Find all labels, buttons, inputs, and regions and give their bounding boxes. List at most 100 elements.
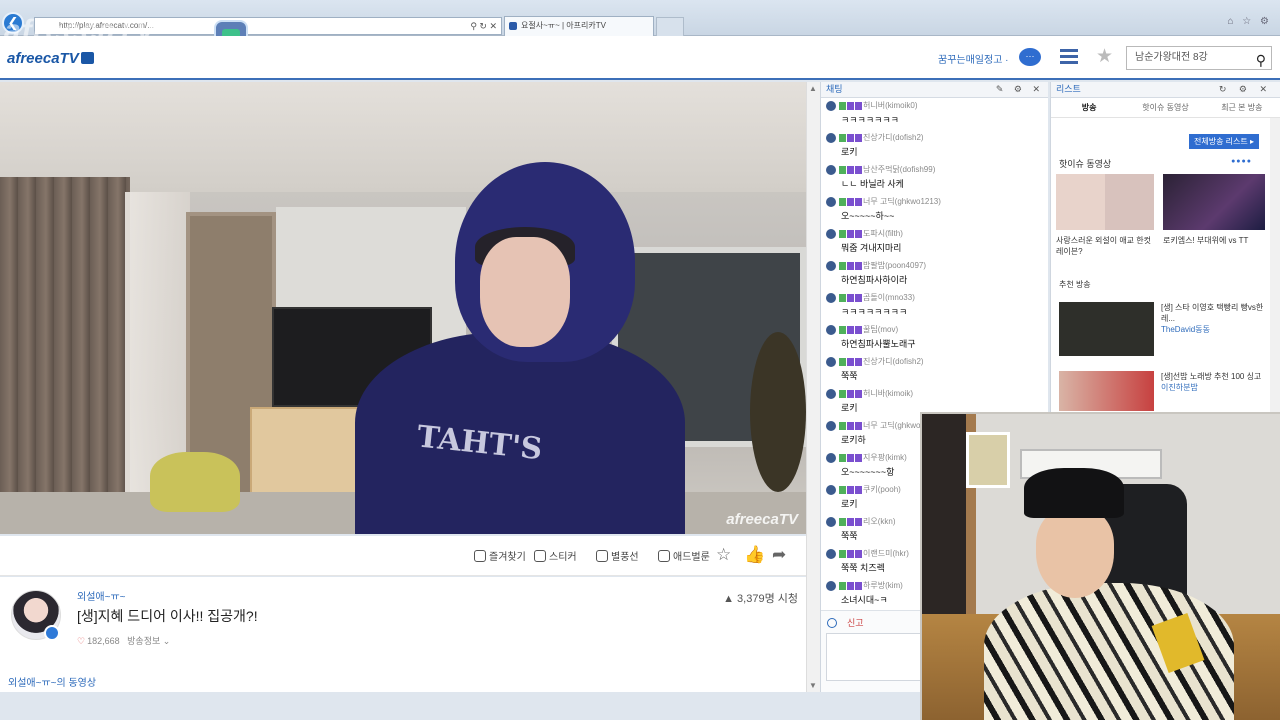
chat-nickname[interactable]: 허니바(kimoik)	[863, 388, 913, 399]
viewer-count: ▲ 3,379명 시청	[723, 593, 798, 605]
list-header-icons[interactable]: ↻ ⚙ ✕	[1219, 82, 1272, 97]
chat-nickname[interactable]: 리오(kkn)	[863, 516, 896, 527]
video-player[interactable]: TAHT'S afreecaTV	[0, 82, 806, 534]
balloon-icon	[596, 550, 608, 562]
hot-video-caption[interactable]: 로키엠스! 부대위에 vs TT	[1163, 235, 1263, 246]
broadcast-meta: ♡ 182,668 방송정보 ⌄	[77, 634, 170, 647]
video-toolbar: 즐겨찾기 스티커 별풍선 애드벌룬 ☆ 👍 ➦	[0, 536, 806, 576]
like-count: 182,668	[87, 636, 120, 646]
recommend-star-icon[interactable]: ☆	[716, 545, 731, 565]
chat-nickname[interactable]: 너무 고딕(ghkwo)	[863, 420, 923, 431]
scroll-up-icon[interactable]: ▲	[809, 84, 817, 93]
adballoon-button[interactable]: 애드벌룬	[658, 548, 710, 563]
chat-message[interactable]: 진상가디(dofish2) 쭉쭉	[821, 354, 1048, 386]
chat-text: 오~~~~~하~~	[841, 211, 895, 221]
chat-badges	[839, 165, 863, 175]
broadcast-info: 외설애~ㅠ~ [생]지혜 드디어 이사!! 집공개?! ♡ 182,668 방송정…	[0, 577, 806, 692]
page-scrollbar[interactable]: ▲ ▼	[806, 82, 820, 692]
site-logo[interactable]: afreecaTV	[7, 50, 94, 67]
tab-broadcast[interactable]: 방송	[1051, 98, 1127, 117]
chat-message[interactable]: 허니버(kimoik0) ㅋㅋㅋㅋㅋㅋㅋ	[821, 98, 1048, 130]
recommended-item[interactable]: [생] 스타 이영호 택빵리 빵vs한레... TheDavid동동	[1161, 302, 1271, 335]
thumbs-up-icon[interactable]: 👍	[744, 545, 765, 565]
new-tab-button[interactable]	[656, 17, 684, 36]
chat-text: 하연침파사뿔노래구	[841, 339, 916, 349]
emoticon-icon[interactable]	[827, 618, 837, 628]
browser-tab-title: 요절사~ㅠ~ | 아프리카TV	[521, 21, 606, 30]
heart-icon: ♡	[77, 636, 86, 646]
chat-nickname[interactable]: 허니버(kimoik0)	[863, 100, 918, 111]
chat-nickname[interactable]: 지우팡(kimk)	[863, 452, 907, 463]
hot-video-thumbnail[interactable]	[1056, 174, 1154, 230]
chat-message[interactable]: 너무 고딕(ghkwo1213) 오~~~~~하~~	[821, 194, 1048, 226]
vod-section-label[interactable]: 외설애~ㅠ~의 동영상	[8, 674, 96, 689]
chat-user-icon	[826, 165, 836, 175]
list-tabs: 방송 핫이슈 동영상 최근 본 방송	[1051, 98, 1280, 118]
chat-message[interactable]: 꿀팁(mov) 하연침파사뿔노래구	[821, 322, 1048, 354]
chat-nickname[interactable]: 이랜드미(hkr)	[863, 548, 909, 559]
search-icon[interactable]: ⚲	[1256, 49, 1266, 71]
chat-text: 쭉쭉 치즈렉	[841, 563, 885, 573]
browser-tab-active[interactable]: 요절사~ㅠ~ | 아프리카TV	[504, 16, 654, 36]
streamer-name[interactable]: 외설애~ㅠ~	[77, 588, 125, 603]
chat-header-icons[interactable]: ✎ ⚙ ✕	[996, 82, 1044, 97]
favicon-icon	[509, 22, 517, 30]
chat-badges	[839, 453, 863, 463]
chat-nickname[interactable]: 진상가디(dofish2)	[863, 356, 924, 367]
video-scene-curtain	[0, 177, 130, 534]
chat-nickname[interactable]: 진상가디(dofish2)	[863, 132, 924, 143]
chat-badges	[839, 357, 863, 367]
chat-text: ㅋㅋㅋㅋㅋㅋㅋ	[841, 115, 899, 125]
window-controls[interactable]: ⌂ ☆ ⚙	[1227, 16, 1272, 27]
list-scrollbar[interactable]	[1270, 118, 1280, 412]
chat-message[interactable]: 도파시(filth) 뭐줌 겨내지마리	[821, 226, 1048, 258]
chat-user-icon	[826, 581, 836, 591]
hot-video-thumbnail[interactable]	[1163, 174, 1265, 230]
favorite-star-icon[interactable]: ★	[1096, 45, 1113, 68]
address-bar[interactable]: http://play.afreecatv.com/... ⚲ ↻ ✕	[34, 17, 502, 35]
menu-icon[interactable]	[1060, 49, 1078, 65]
balloon-button[interactable]: 별풍선	[596, 548, 639, 563]
message-icon[interactable]: ···	[1019, 48, 1041, 66]
share-icon[interactable]: ➦	[772, 545, 786, 565]
chat-message[interactable]: 밥팔밥(poon4097) 하연침파사하이라	[821, 258, 1048, 290]
chat-message[interactable]: 곰돌이(mno33) ㅋㅋㅋㅋㅋㅋㅋㅋ	[821, 290, 1048, 322]
broadcast-info-toggle[interactable]: 방송정보 ⌄	[127, 636, 170, 646]
list-header: 리스트 ↻ ⚙ ✕	[1051, 82, 1280, 98]
chat-header: 채팅 ✎ ⚙ ✕	[821, 82, 1048, 98]
chat-nickname[interactable]: 하루방(kim)	[863, 580, 903, 591]
sticker-icon	[534, 550, 546, 562]
chat-nickname[interactable]: 꿀팁(mov)	[863, 324, 898, 335]
chat-message[interactable]: 남산주먹닭(dofish99) ㄴㄴ 바닐라 사케	[821, 162, 1048, 194]
tab-recent[interactable]: 최근 본 방송	[1204, 98, 1280, 117]
chat-nickname[interactable]: 너무 고딕(ghkwo1213)	[863, 196, 941, 207]
bookmark-button[interactable]: 즐겨찾기	[474, 548, 526, 563]
hot-video-caption[interactable]: 사랑스러운 외설이 애교 한컷 레이븐?	[1056, 235, 1156, 257]
user-menu[interactable]: 꿈꾸는매일정고 ·	[938, 51, 1009, 66]
scroll-down-icon[interactable]: ▼	[809, 681, 817, 690]
video-face	[480, 237, 570, 347]
verified-badge-icon	[44, 625, 60, 641]
chat-nickname[interactable]: 곰돌이(mno33)	[863, 292, 915, 303]
report-button[interactable]: 신고	[847, 618, 864, 628]
tab-hot-videos[interactable]: 핫이슈 동영상	[1127, 98, 1203, 117]
recommended-item[interactable]: [생]선밥 노래방 추천 100 싱고 이진하분밥	[1161, 371, 1271, 393]
recommended-thumbnail[interactable]	[1059, 371, 1154, 411]
webcam-streamer-hat	[1024, 468, 1124, 518]
carousel-dots[interactable]: ●●●●	[1231, 158, 1252, 165]
chat-title: 채팅	[826, 84, 843, 94]
recommended-title: 추천 방송	[1059, 280, 1091, 289]
sticker-button[interactable]: 스티커	[534, 548, 577, 563]
chat-badges	[839, 581, 863, 591]
chat-nickname[interactable]: 남산주먹닭(dofish99)	[863, 164, 935, 175]
chat-nickname[interactable]: 도파시(filth)	[863, 228, 903, 239]
back-button[interactable]: ❮	[2, 12, 24, 34]
recommended-thumbnail[interactable]	[1059, 302, 1154, 356]
refresh-icon[interactable]: ⚲ ↻ ✕	[470, 18, 497, 34]
chat-nickname[interactable]: 쿠키(pooh)	[863, 484, 901, 495]
search-input[interactable]: 남순가왕대전 8강 ⚲	[1126, 46, 1272, 70]
all-broadcasts-button[interactable]: 전체방송 리스트 ▸	[1189, 134, 1259, 149]
chat-nickname[interactable]: 밥팔밥(poon4097)	[863, 260, 926, 271]
page: ❮ http://play.afreecatv.com/... ⚲ ↻ ✕ 요절…	[0, 0, 1280, 720]
chat-message[interactable]: 진상가디(dofish2) 로키	[821, 130, 1048, 162]
